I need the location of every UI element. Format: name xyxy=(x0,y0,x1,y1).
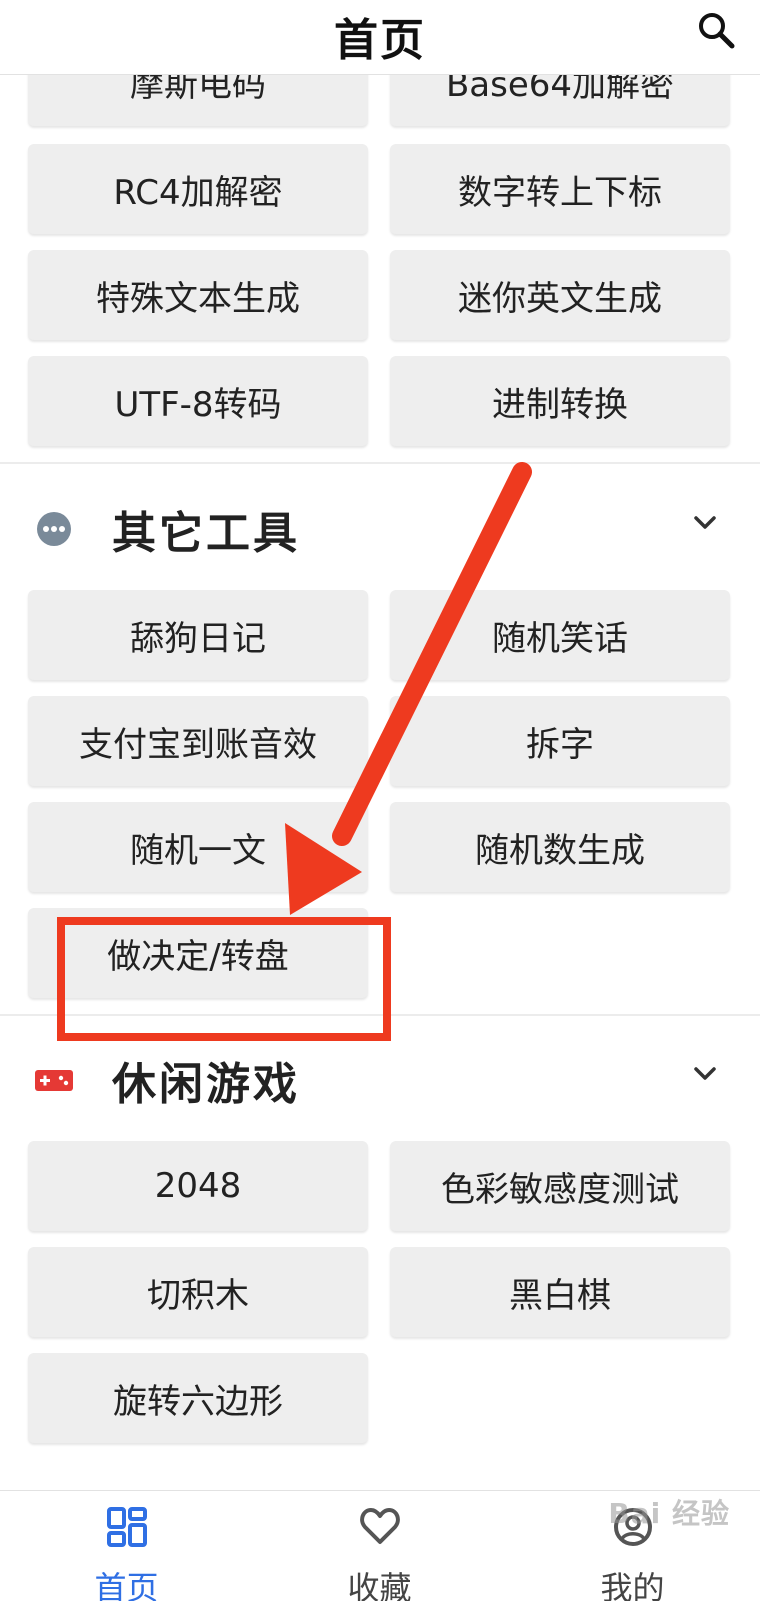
game-color-sensitivity[interactable]: 色彩敏感度测试 xyxy=(390,1141,730,1231)
tool-rc4[interactable]: RC4加解密 xyxy=(28,144,368,234)
section-divider xyxy=(0,1014,760,1016)
tool-list[interactable]: 摩斯电码 Base64加解密 RC4加解密 数字转上下标 特殊文本生成 迷你英文… xyxy=(0,75,760,1490)
grid-home-icon xyxy=(106,1507,147,1547)
tool-mini-english[interactable]: 迷你英文生成 xyxy=(390,250,730,340)
gamepad-icon xyxy=(35,1070,73,1091)
tool-random-article[interactable]: 随机一文 xyxy=(28,802,368,892)
watermark-logo: Bai 经验 xyxy=(608,1497,730,1530)
tool-base64[interactable]: Base64加解密 xyxy=(390,75,730,126)
nav-label: 首页 xyxy=(94,1569,159,1601)
section-divider xyxy=(0,462,760,464)
section-title: 休闲游戏 xyxy=(112,1059,300,1110)
section-title: 其它工具 xyxy=(112,508,300,559)
game-2048[interactable]: 2048 xyxy=(28,1141,368,1231)
page-title: 首页 xyxy=(334,15,426,66)
tool-special-text[interactable]: 特殊文本生成 xyxy=(28,250,368,340)
app-header: 首页 xyxy=(0,0,760,75)
game-cut-blocks[interactable]: 切积木 xyxy=(28,1247,368,1337)
more-dots-icon xyxy=(37,512,71,546)
section-header-other-tools[interactable]: 其它工具 xyxy=(0,479,760,579)
tool-random-number[interactable]: 随机数生成 xyxy=(390,802,730,892)
game-reversi[interactable]: 黑白棋 xyxy=(390,1247,730,1337)
nav-label: 收藏 xyxy=(347,1569,412,1601)
game-rotate-hexagon[interactable]: 旋转六边形 xyxy=(28,1353,368,1443)
tool-licking-diary[interactable]: 舔狗日记 xyxy=(28,590,368,680)
tool-morse-code[interactable]: 摩斯电码 xyxy=(28,75,368,126)
tool-random-joke[interactable]: 随机笑话 xyxy=(390,590,730,680)
tool-utf8[interactable]: UTF-8转码 xyxy=(28,356,368,446)
search-icon[interactable] xyxy=(694,8,738,52)
tool-superscript[interactable]: 数字转上下标 xyxy=(390,144,730,234)
tool-split-char[interactable]: 拆字 xyxy=(390,696,730,786)
nav-label: 我的 xyxy=(600,1569,665,1601)
tool-decision-wheel[interactable]: 做决定/转盘 xyxy=(28,908,368,998)
nav-home[interactable]: 首页 xyxy=(0,1491,253,1601)
tool-alipay-sound[interactable]: 支付宝到账音效 xyxy=(28,696,368,786)
tool-base-convert[interactable]: 进制转换 xyxy=(390,356,730,446)
heart-icon xyxy=(359,1508,400,1544)
chevron-down-icon[interactable] xyxy=(690,511,720,535)
section-header-casual-games[interactable]: 休闲游戏 xyxy=(0,1030,760,1130)
chevron-down-icon[interactable] xyxy=(690,1062,720,1086)
nav-favorites[interactable]: 收藏 xyxy=(253,1491,506,1601)
